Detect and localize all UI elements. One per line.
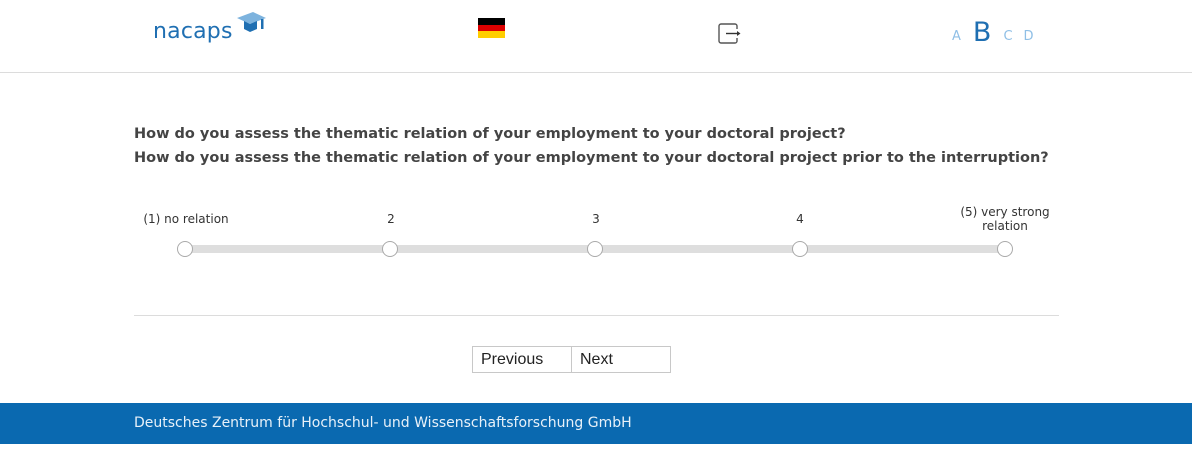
scale-radio-1[interactable] [177,241,193,257]
font-size-c[interactable]: C [1003,30,1012,48]
font-size-d[interactable]: D [1024,30,1034,48]
scale-radio-2[interactable] [382,241,398,257]
header: nacaps A B C D [0,0,1192,73]
footer-text: Deutsches Zentrum für Hochschul- und Wis… [134,415,632,431]
germany-flag-icon[interactable] [478,18,505,38]
scale-radio-4[interactable] [792,241,808,257]
scale-label-3: 3 [592,212,600,226]
divider [134,315,1059,316]
logout-icon[interactable] [718,23,741,44]
scale-radio-5[interactable] [997,241,1013,257]
previous-button[interactable]: Previous [472,346,572,373]
next-button[interactable]: Next [572,346,671,373]
rating-scale: (1) no relation 2 3 4 (5) very strong re… [134,200,1064,270]
logo-text: nacaps [153,19,233,44]
scale-label-2: 2 [387,212,395,226]
font-size-b[interactable]: B [973,19,992,48]
font-size-a[interactable]: A [952,30,961,48]
question-text: How do you assess the thematic relation … [134,122,1064,170]
scale-label-4: 4 [796,212,804,226]
question-line-1: How do you assess the thematic relation … [134,126,846,142]
footer: Deutsches Zentrum für Hochschul- und Wis… [0,403,1192,444]
question-line-2: How do you assess the thematic relation … [134,150,1049,166]
page-navigation: Previous Next [472,346,671,373]
graduation-cap-icon [237,12,266,32]
scale-label-1: (1) no relation [143,212,229,226]
scale-label-5: (5) very strong relation [960,205,1050,233]
font-size-switcher: A B C D [952,14,1042,48]
scale-radio-3[interactable] [587,241,603,257]
